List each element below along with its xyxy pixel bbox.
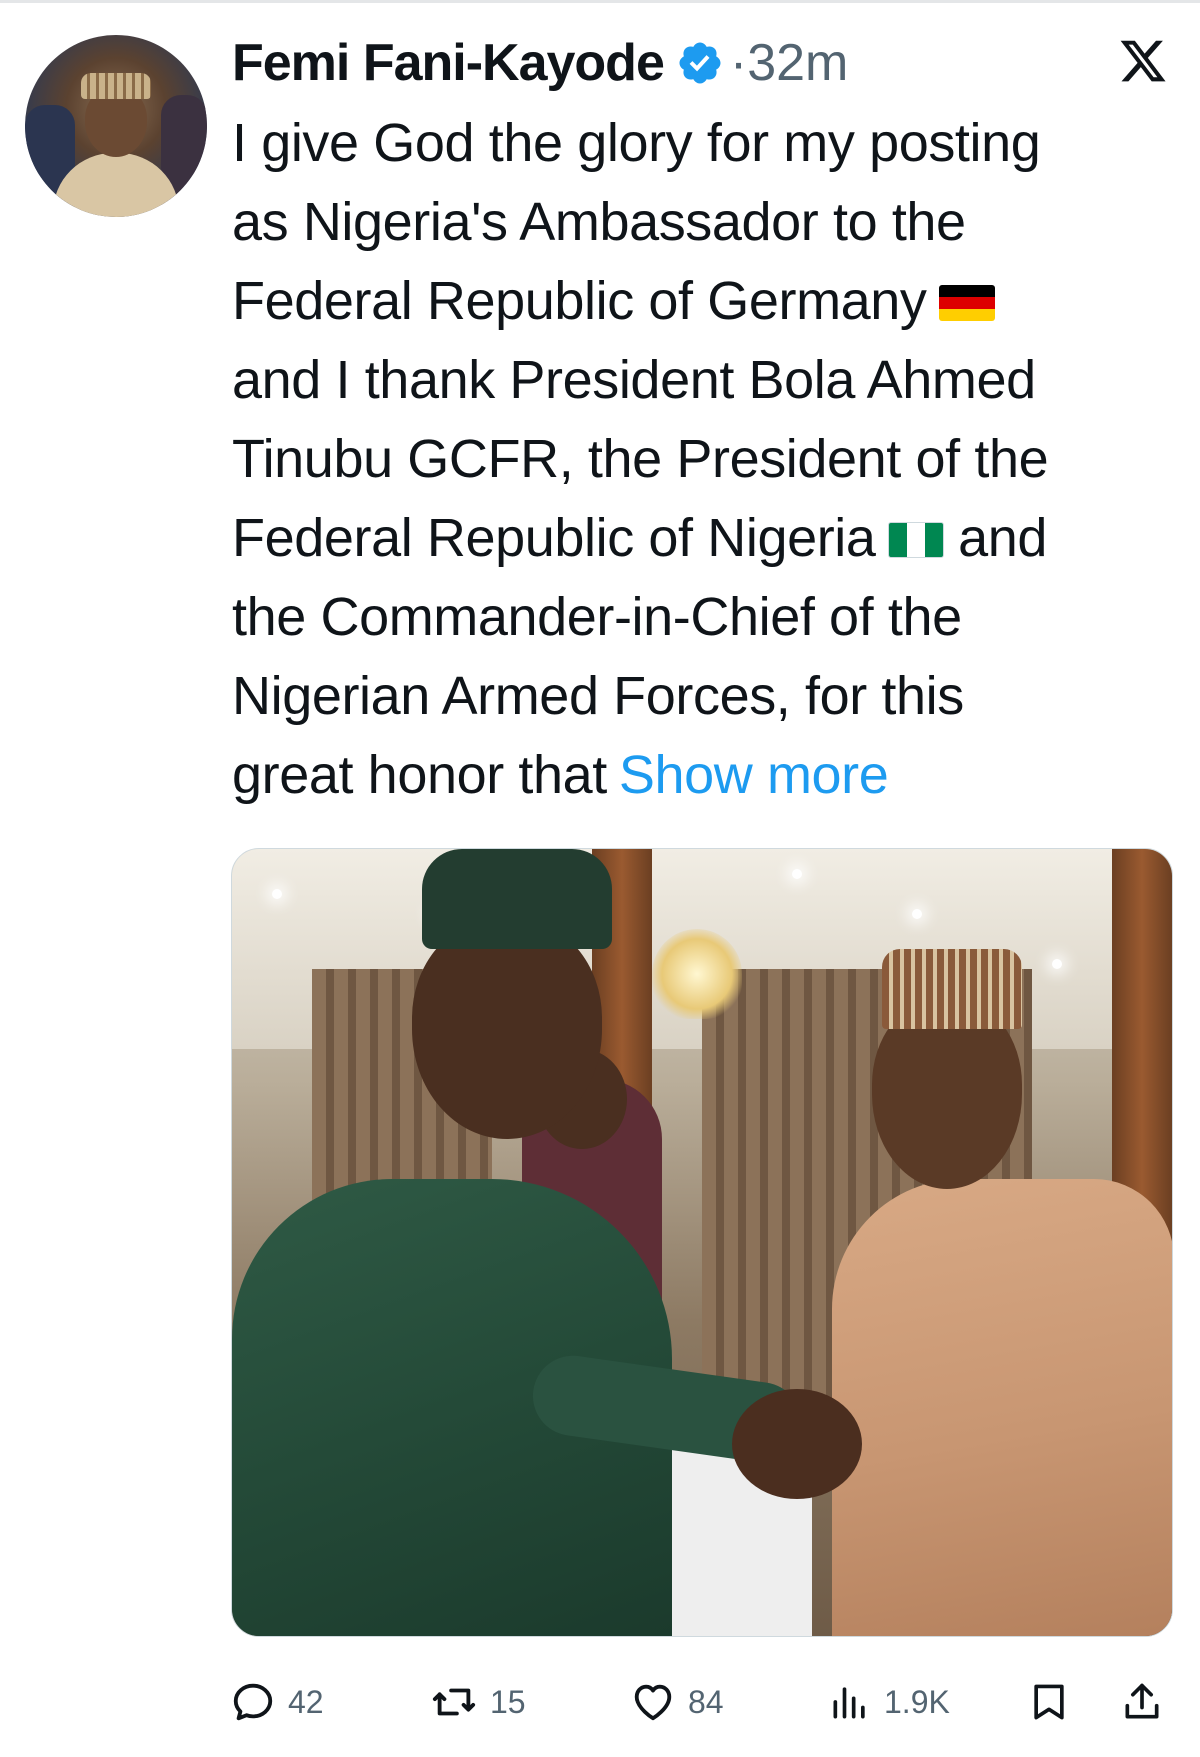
tweet-line-text: great honor that <box>232 745 607 805</box>
views-count: 1.9K <box>884 1683 950 1720</box>
bookmark-icon <box>1034 1684 1064 1720</box>
views-button[interactable]: 1.9K <box>828 1676 950 1728</box>
repost-icon <box>432 1688 476 1716</box>
reply-icon <box>233 1683 273 1721</box>
tweet-line: I give God the glory for my posting <box>232 113 1041 173</box>
reply-count: 42 <box>288 1683 324 1720</box>
show-more-link[interactable]: Show more <box>619 745 889 805</box>
verified-badge-icon <box>679 42 721 84</box>
tweet-photo[interactable] <box>231 848 1173 1637</box>
views-icon <box>833 1687 865 1719</box>
tweet-line: as Nigeria's Ambassador to the <box>232 192 966 252</box>
share-icon <box>1125 1683 1159 1719</box>
like-count: 84 <box>688 1683 724 1720</box>
timestamp[interactable]: ·32m <box>730 33 848 93</box>
tweet-line: Federal Republic of Nigeria and <box>232 499 1182 578</box>
action-bar: 42 15 84 1.9K <box>0 1668 1200 1738</box>
bookmark-button[interactable] <box>1027 1676 1071 1728</box>
tweet-line-text: Federal Republic of Germany <box>232 271 927 331</box>
like-button[interactable]: 84 <box>630 1676 724 1728</box>
tweet-line: the Commander-in-Chief of the <box>232 587 962 647</box>
tweet-line: Federal Republic of Germany <box>232 262 1182 341</box>
tweet-line-text: Federal Republic of Nigeria <box>232 508 876 568</box>
top-divider <box>0 0 1200 3</box>
tweet-line-text: and <box>958 508 1048 568</box>
germany-flag-icon <box>938 285 995 321</box>
avatar[interactable] <box>25 35 207 217</box>
tweet-line: and I thank President Bola Ahmed <box>232 350 1036 410</box>
tweet-line: great honor that Show more <box>232 736 1182 815</box>
repost-count: 15 <box>490 1683 526 1720</box>
tweet-header: Femi Fani-Kayode ·32m <box>232 30 848 96</box>
x-logo-icon[interactable] <box>1118 36 1168 86</box>
share-button[interactable] <box>1120 1676 1164 1728</box>
author-name[interactable]: Femi Fani-Kayode <box>232 33 665 93</box>
tweet-line: Nigerian Armed Forces, for this <box>232 666 964 726</box>
reply-button[interactable]: 42 <box>230 1676 324 1728</box>
heart-icon <box>634 1684 672 1721</box>
tweet-text: I give God the glory for my posting as N… <box>232 104 1182 815</box>
tweet-line: Tinubu GCFR, the President of the <box>232 429 1049 489</box>
nigeria-flag-icon <box>887 522 944 558</box>
repost-button[interactable]: 15 <box>430 1676 526 1728</box>
